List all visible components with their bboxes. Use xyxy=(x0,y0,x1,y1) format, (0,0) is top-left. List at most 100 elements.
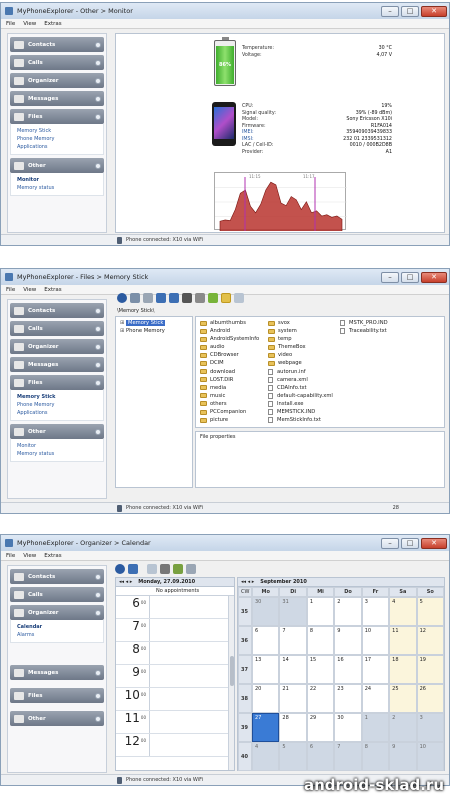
calendar-day[interactable]: 8 xyxy=(361,742,390,771)
folder-item[interactable]: media xyxy=(200,384,274,392)
week-number[interactable]: 35 xyxy=(238,597,252,626)
submenu-item-monitor[interactable]: Monitor xyxy=(17,442,103,450)
submenu-item-memory-stick[interactable]: Memory Stick xyxy=(17,393,103,401)
menu-extras[interactable]: Extras xyxy=(44,21,61,27)
sidebar-item-organizer[interactable]: Organizer xyxy=(10,73,104,88)
week-number[interactable]: 36 xyxy=(238,626,252,655)
calendar-day[interactable]: 31 xyxy=(279,597,307,626)
calendar-day[interactable]: 1 xyxy=(306,597,335,626)
calendar-day[interactable]: 6 xyxy=(252,626,280,655)
calendar-day[interactable]: 10 xyxy=(361,626,390,655)
hour-row[interactable]: 800 xyxy=(116,642,228,665)
calendar-day[interactable]: 25 xyxy=(389,684,417,713)
prev-day-button[interactable]: ◂◂ ◂ ▸ xyxy=(119,579,132,585)
calendar-day[interactable]: 2 xyxy=(389,713,417,742)
sidebar-item-messages[interactable]: Messages xyxy=(10,91,104,106)
refresh-icon[interactable] xyxy=(117,293,127,303)
minimize-button[interactable]: – xyxy=(381,5,399,17)
file-item[interactable]: Traceability.txt xyxy=(340,327,420,335)
submenu-item-memory-status[interactable]: Memory status xyxy=(17,450,103,458)
submenu-item-phone-memory[interactable]: Phone Memory xyxy=(17,135,103,143)
calendar-day[interactable]: 17 xyxy=(361,655,390,684)
close-button[interactable]: ✕ xyxy=(421,5,447,17)
folder-item[interactable]: PCCompanion xyxy=(200,408,274,416)
hour-row[interactable]: 1000 xyxy=(116,688,228,711)
file-item[interactable]: MSTK_PRO.IND xyxy=(340,319,420,327)
calendar-day[interactable]: 24 xyxy=(361,684,390,713)
calendar-day[interactable]: 2 xyxy=(334,597,362,626)
file-item[interactable]: default-capability.xml xyxy=(268,392,346,400)
sidebar-item-other[interactable]: Other xyxy=(10,711,104,726)
calendar-day[interactable]: 28 xyxy=(279,713,307,742)
folder-item[interactable]: download xyxy=(200,368,274,376)
menu-view[interactable]: View xyxy=(23,21,36,27)
calendar-day[interactable]: 22 xyxy=(306,684,335,713)
folder-item[interactable]: svox xyxy=(268,319,346,327)
menu-extras[interactable]: Extras xyxy=(44,553,61,559)
sidebar-item-calls[interactable]: Calls xyxy=(10,321,104,336)
calendar-day[interactable]: 5 xyxy=(279,742,307,771)
folder-item[interactable]: Android xyxy=(200,327,274,335)
maximize-button[interactable]: □ xyxy=(401,271,419,283)
download-icon[interactable] xyxy=(156,293,166,303)
submenu-item-applications[interactable]: Applications xyxy=(17,409,103,417)
folder-item[interactable]: music xyxy=(200,392,274,400)
delete-icon[interactable] xyxy=(160,564,170,574)
menu-file[interactable]: File xyxy=(6,287,15,293)
prev-month-button[interactable]: ◂◂ ◂ ▸ xyxy=(241,579,254,585)
file-item[interactable]: autorun.inf xyxy=(268,368,346,376)
folder-item[interactable]: ThemeBox xyxy=(268,343,346,351)
import-icon[interactable] xyxy=(173,564,183,574)
week-number[interactable]: 37 xyxy=(238,655,252,684)
calendar-day[interactable]: 11 xyxy=(389,626,417,655)
file-item[interactable]: Install.exe xyxy=(268,400,346,408)
calendar-day[interactable]: 1 xyxy=(361,713,390,742)
week-number[interactable]: 40 xyxy=(238,742,252,771)
rename-icon[interactable] xyxy=(195,293,205,303)
calendar-day[interactable]: 30 xyxy=(334,713,362,742)
calendar-day[interactable]: 4 xyxy=(252,742,280,771)
calendar-day-selected[interactable]: 27 xyxy=(252,713,280,742)
folder-item[interactable]: others xyxy=(200,400,274,408)
tree-item-phone-memory[interactable]: ⊞ Phone Memory xyxy=(120,327,188,335)
calendar-day[interactable]: 29 xyxy=(306,713,335,742)
folder-item[interactable]: albumthumbs xyxy=(200,319,274,327)
refresh-icon[interactable] xyxy=(115,564,125,574)
calendar-day[interactable]: 8 xyxy=(306,626,335,655)
menu-view[interactable]: View xyxy=(23,553,36,559)
sidebar-item-contacts[interactable]: Contacts xyxy=(10,569,104,584)
sidebar-item-files[interactable]: Files xyxy=(10,688,104,703)
hour-row[interactable]: 600 xyxy=(116,596,228,619)
calendar-day[interactable]: 15 xyxy=(306,655,335,684)
menu-file[interactable]: File xyxy=(6,553,15,559)
submenu-item-applications[interactable]: Applications xyxy=(17,143,103,151)
sidebar-item-calls[interactable]: Calls xyxy=(10,587,104,602)
submenu-item-memory-status[interactable]: Memory status xyxy=(17,184,103,192)
week-number[interactable]: 38 xyxy=(238,684,252,713)
folder-item[interactable]: audio xyxy=(200,343,274,351)
sidebar-item-organizer[interactable]: Organizer xyxy=(10,605,104,620)
new-folder-icon[interactable] xyxy=(208,293,218,303)
close-button[interactable]: ✕ xyxy=(421,271,447,283)
folder-view-icon[interactable] xyxy=(130,293,140,303)
maximize-button[interactable]: □ xyxy=(401,5,419,17)
hour-row[interactable]: 900 xyxy=(116,665,228,688)
menu-file[interactable]: File xyxy=(6,21,15,27)
calendar-day[interactable]: 26 xyxy=(416,684,444,713)
folder-item[interactable]: temp xyxy=(268,335,346,343)
calendar-day[interactable]: 20 xyxy=(252,684,280,713)
sidebar-item-calls[interactable]: Calls xyxy=(10,55,104,70)
calendar-day[interactable]: 23 xyxy=(334,684,362,713)
calendar-day[interactable]: 21 xyxy=(279,684,307,713)
calendar-day[interactable]: 10 xyxy=(416,742,444,771)
calendar-day[interactable]: 14 xyxy=(279,655,307,684)
hour-row[interactable]: 700 xyxy=(116,619,228,642)
file-item[interactable]: camera.xml xyxy=(268,376,346,384)
folder-item[interactable]: system xyxy=(268,327,346,335)
submenu-item-monitor[interactable]: Monitor xyxy=(17,176,103,184)
edit-icon[interactable] xyxy=(147,564,157,574)
submenu-item-calendar[interactable]: Calendar xyxy=(17,623,103,631)
file-item[interactable]: CDAInfo.txt xyxy=(268,384,346,392)
folder-item[interactable]: LOST.DIR xyxy=(200,376,274,384)
submenu-item-alarms[interactable]: Alarms xyxy=(17,631,103,639)
